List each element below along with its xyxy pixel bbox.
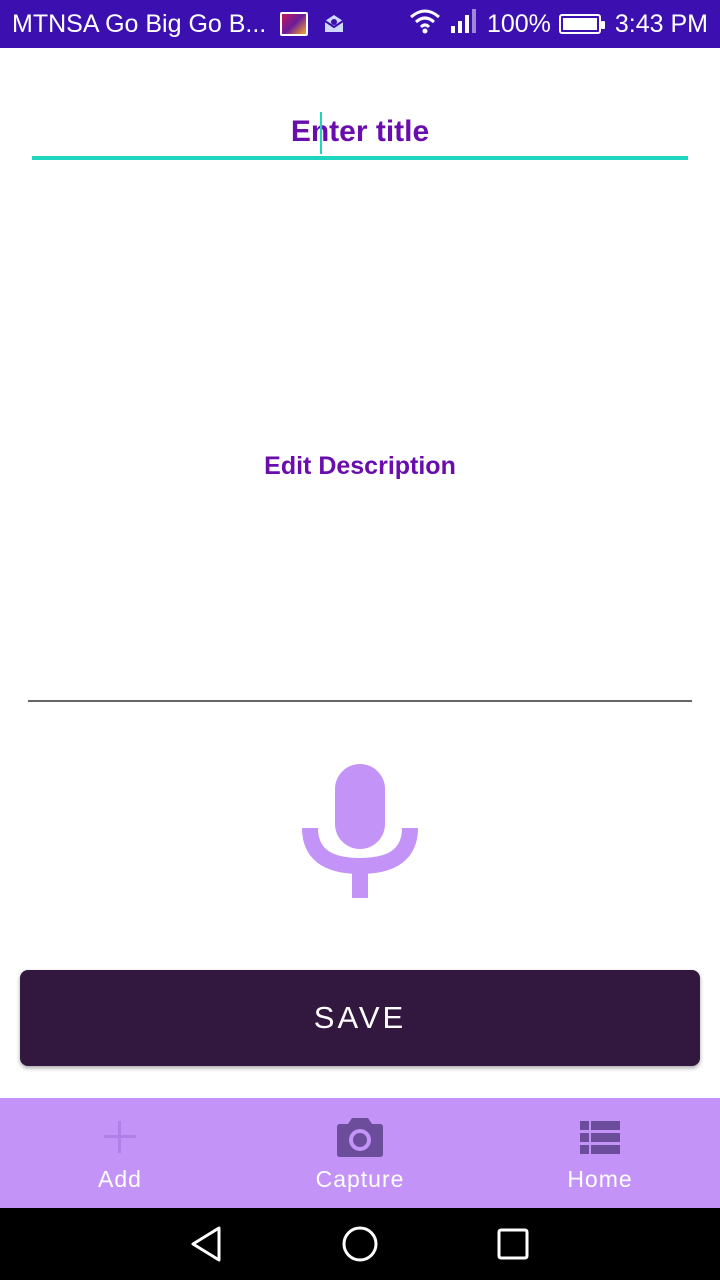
back-triangle-icon [191, 1226, 221, 1262]
description-field [28, 190, 692, 702]
battery-icon [558, 14, 605, 34]
status-left: MTNSA Go Big Go B... [12, 10, 409, 39]
clock: 3:43 PM [614, 9, 708, 38]
bottom-navigation: Add Capture Home [0, 1098, 720, 1208]
note-editor-screen: MTNSA Go Big Go B... 100% 3:43 PM Enter … [0, 0, 720, 1280]
list-icon [575, 1112, 625, 1162]
home-circle-icon [342, 1226, 378, 1262]
carrier-name: MTNSA Go Big Go B... [12, 9, 267, 38]
battery-percent: 100% [486, 9, 551, 38]
system-navigation-bar [0, 1208, 720, 1280]
recents-square-icon [497, 1228, 529, 1260]
microphone-button[interactable] [296, 760, 424, 905]
nav-label-home: Home [567, 1166, 633, 1192]
microphone-icon [302, 764, 418, 898]
signal-icon [449, 8, 479, 41]
nav-item-capture[interactable]: Capture [240, 1098, 480, 1208]
plus-icon [95, 1112, 145, 1162]
status-bar: MTNSA Go Big Go B... 100% 3:43 PM [0, 0, 720, 48]
nav-label-capture: Capture [315, 1166, 405, 1192]
back-button[interactable] [177, 1214, 237, 1274]
mail-notification-icon [322, 12, 346, 36]
description-input[interactable] [28, 190, 692, 700]
nav-item-add[interactable]: Add [0, 1098, 240, 1208]
text-cursor [320, 112, 322, 154]
camera-icon [335, 1112, 385, 1162]
home-button[interactable] [330, 1214, 390, 1274]
wifi-icon [409, 8, 441, 41]
status-right: 100% 3:43 PM [409, 8, 708, 41]
nav-label-add: Add [98, 1166, 142, 1192]
nav-item-home[interactable]: Home [480, 1098, 720, 1208]
title-input[interactable] [32, 115, 688, 149]
notification-thumbnail-icon [280, 12, 309, 36]
save-button[interactable]: SAVE [20, 970, 700, 1066]
recents-button[interactable] [483, 1214, 543, 1274]
title-field [32, 108, 688, 160]
